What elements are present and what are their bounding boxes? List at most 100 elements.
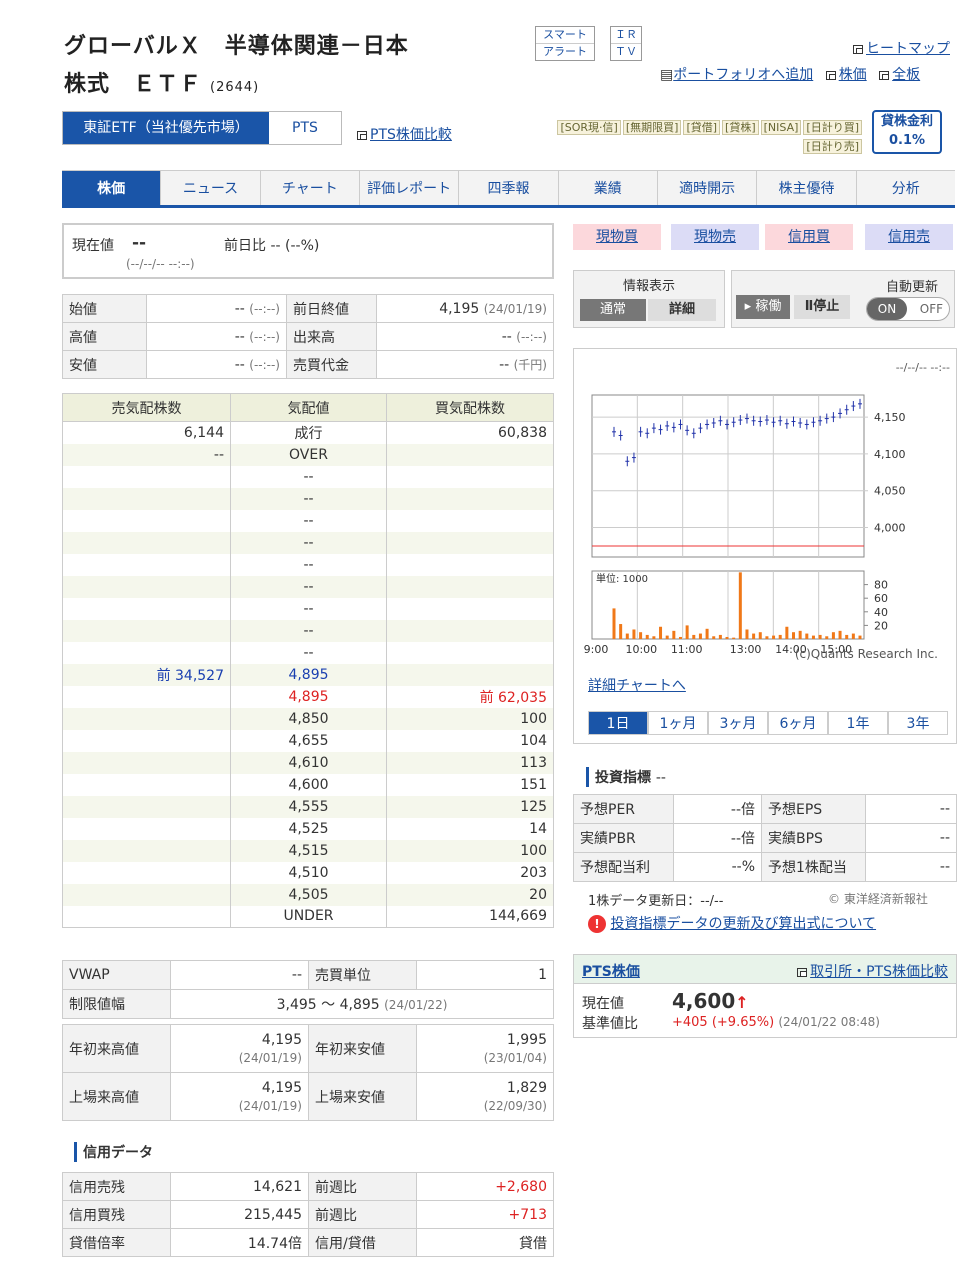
tab-gyoseki[interactable]: 業績 <box>558 170 658 205</box>
x-tick-label: 11:00 <box>671 643 703 656</box>
tab-analysis[interactable]: 分析 <box>856 170 955 205</box>
sell-cash-button[interactable]: 現物売 <box>671 224 759 250</box>
bid-qty <box>386 465 554 488</box>
bid-qty: 144,669 <box>386 905 554 928</box>
pts-compare-link[interactable]: PTS株価比較 <box>357 124 452 144</box>
hilo-value: 4,195 <box>261 1079 302 1096</box>
current-price-value: -- <box>132 233 147 253</box>
volume-bar <box>752 633 756 639</box>
tab-chart[interactable]: チャート <box>260 170 360 205</box>
pts-current-label: 現在値 <box>582 996 624 1012</box>
price-time: (--:--) <box>249 301 280 316</box>
ask-qty: 6,144 <box>62 421 231 444</box>
auto-update-label: 自動更新 <box>885 280 938 295</box>
detail-chart-link[interactable]: 詳細チャートへ <box>588 675 686 695</box>
board-row: -- <box>62 597 554 620</box>
quote-price: UNDER <box>230 905 387 928</box>
bid-qty: 前 62,035 <box>386 685 554 708</box>
market-tab-pts[interactable]: PTS <box>269 112 341 144</box>
title-line2: 株式 ＥＴＦ (2644) <box>64 66 409 107</box>
volume-bar <box>785 626 789 639</box>
board-row: 4,525 14 <box>62 817 554 840</box>
period-button[interactable]: 6ヶ月 <box>768 711 828 735</box>
board-row: -- <box>62 509 554 532</box>
tag: [日計り売] <box>803 139 862 154</box>
board-row: 前 34,527 4,895 <box>62 663 554 686</box>
tab-shikiho[interactable]: 四季報 <box>459 170 559 205</box>
buy-margin-button[interactable]: 信用買 <box>765 224 853 250</box>
board-row: UNDER 144,669 <box>62 905 554 928</box>
indicator-note-link[interactable]: ! 投資指標データの更新及び算出式について <box>588 913 876 933</box>
price-time: (千円) <box>513 358 547 372</box>
quote-price: 4,610 <box>230 751 387 774</box>
zenban-link[interactable]: 全板 <box>879 67 920 83</box>
indicator-label: 予想配当利 <box>573 852 674 882</box>
chart-credit: (c)Quants Research Inc. <box>794 647 938 661</box>
ask-qty: -- <box>62 443 231 466</box>
hilo-table: 年初来高値 4,195 (24/01/19) 年初来安値 1,995 (23/01/04)… <box>62 1024 554 1121</box>
volume-bar <box>718 634 722 639</box>
period-button[interactable]: 1年 <box>828 711 888 735</box>
vol-tick-label: 80 <box>874 579 888 592</box>
board-row: -- <box>62 575 554 598</box>
board-row: -- <box>62 553 554 576</box>
heatmap-link[interactable]: ヒートマップ <box>853 38 950 58</box>
heatmap-label: ヒートマップ <box>866 41 950 57</box>
board-row: 4,895 前 62,035 <box>62 685 554 708</box>
volume-bar <box>665 635 669 639</box>
auto-update-toggle[interactable]: ON OFF <box>866 297 950 321</box>
quote-price: 4,505 <box>230 883 387 906</box>
price-chart: 4,150 4,100 4,050 4,000 単位: 1000 80604020 9:00… <box>584 394 906 656</box>
quote-price: 4,515 <box>230 839 387 862</box>
price-label: 売買代金 <box>286 350 377 379</box>
buy-cash-button[interactable]: 現物買 <box>573 224 661 250</box>
hilo-value: 1,829 <box>506 1079 547 1096</box>
price-label: 高値 <box>62 322 147 351</box>
lending-rate-box[interactable]: 貸株金利 0.1% <box>872 110 942 154</box>
tab-disclosure[interactable]: 適時開示 <box>657 170 758 205</box>
volume-bar <box>652 636 656 639</box>
credit-label: 信用買残 <box>62 1200 171 1229</box>
smart-alert-button[interactable]: スマート アラート <box>535 26 595 61</box>
ir-tv-button[interactable]: ＩＲ ＴＶ <box>610 26 642 61</box>
volume-bar <box>805 633 809 639</box>
period-button[interactable]: 1日 <box>588 711 648 735</box>
info-display-label: 情報表示 <box>622 279 675 294</box>
indicator-note-label: 投資指標データの更新及び算出式について <box>610 916 877 932</box>
run-button[interactable]: ▸ 稼働 <box>736 295 790 319</box>
kabuka-link[interactable]: 株価 <box>825 67 867 83</box>
normal-view-button[interactable]: 通常 <box>580 299 646 321</box>
volume-bar <box>811 635 815 639</box>
volume-bar <box>772 635 776 639</box>
quote-price: 4,895 <box>230 663 387 686</box>
window-icon <box>825 71 836 80</box>
price-time: (--:--) <box>516 329 547 344</box>
period-button[interactable]: 1ヶ月 <box>648 711 708 735</box>
hilo-label: 上場来安値 <box>308 1072 417 1121</box>
tab-news[interactable]: ニュース <box>161 170 261 205</box>
period-button[interactable]: 3ヶ月 <box>708 711 768 735</box>
volume-bar <box>612 608 616 639</box>
price-cell: -- (--:--) <box>376 322 554 351</box>
quote-price: -- <box>230 641 387 664</box>
sell-margin-button[interactable]: 信用売 <box>865 224 953 250</box>
tab-yutai[interactable]: 株主優待 <box>757 170 857 205</box>
tag: [日計り買] <box>803 120 862 135</box>
portfolio-link[interactable]: ▤ポートフォリオへ追加 <box>660 67 813 83</box>
ask-qty <box>62 905 231 928</box>
pts-title[interactable]: PTS株価 <box>582 961 640 981</box>
chart-timestamp: --/--/-- --:-- <box>895 361 950 374</box>
detail-view-button[interactable]: 詳細 <box>648 299 716 321</box>
bid-qty: 151 <box>386 773 554 796</box>
tab-kabuka[interactable]: 株価 <box>62 170 162 205</box>
price-time: (--:--) <box>249 357 280 372</box>
tab-report[interactable]: 評価レポート <box>359 170 460 205</box>
stop-button[interactable]: Ⅱ停止 <box>794 295 850 319</box>
period-button[interactable]: 3年 <box>888 711 948 735</box>
volume-bar <box>792 632 796 639</box>
pts-panel: PTS株価 取引所・PTS株価比較 現在値 4,600↑ 基準値比 +405 (… <box>573 954 957 1038</box>
pts-exchange-compare-link[interactable]: 取引所・PTS株価比較 <box>797 961 948 981</box>
market-tab-tse[interactable]: 東証ETF（当社優先市場） <box>63 112 269 144</box>
volume-bar <box>765 636 769 639</box>
credit-value: 215,445 <box>170 1200 309 1229</box>
